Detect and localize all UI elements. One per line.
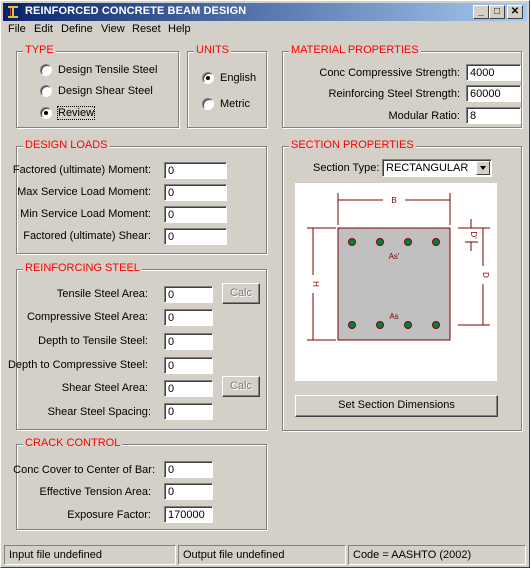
compressive-steel-area-label: Compressive Steel Area:	[26, 311, 148, 323]
as-label: As	[389, 312, 398, 321]
exposure-factor-input[interactable]	[164, 506, 213, 523]
minimize-button[interactable]: _	[473, 5, 489, 19]
status-input-file: Input file undefined	[4, 545, 176, 565]
radio-label: Metric	[220, 98, 250, 110]
set-section-dimensions-button[interactable]: Set Section Dimensions	[295, 395, 498, 417]
i-beam-icon[interactable]	[5, 4, 21, 20]
rebar-top	[376, 238, 384, 246]
effective-tension-area-input[interactable]	[164, 483, 213, 500]
rebar-bottom	[404, 321, 412, 329]
effective-tension-area-label: Effective Tension Area:	[39, 486, 152, 498]
type-group: TYPE Design Tensile Steel Design Shear S…	[16, 44, 179, 128]
steel-strength-input[interactable]	[466, 85, 521, 102]
reinforcing-title: REINFORCING STEEL	[23, 262, 142, 274]
factored-moment-label: Factored (ultimate) Moment:	[12, 164, 151, 176]
factored-moment-input[interactable]	[164, 162, 227, 179]
section-type-select[interactable]: RECTANGULAR	[382, 159, 492, 177]
as-prime-label: As'	[389, 252, 400, 261]
depth-compressive-input[interactable]	[164, 357, 213, 374]
close-button[interactable]: ✕	[507, 5, 523, 19]
radio-label: Design Tensile Steel	[58, 64, 158, 76]
section-diagram: B H D D' As' As	[295, 183, 497, 381]
radio-button[interactable]	[202, 98, 214, 110]
design-loads-title: DESIGN LOADS	[23, 139, 110, 151]
rebar-bottom	[376, 321, 384, 329]
crack-control-title: CRACK CONTROL	[23, 437, 123, 449]
radio-button[interactable]	[40, 64, 52, 76]
depth-tensile-input[interactable]	[164, 333, 213, 350]
section-group-title: SECTION PROPERTIES	[289, 139, 416, 151]
rebar-bottom	[348, 321, 356, 329]
exposure-factor-label: Exposure Factor:	[67, 509, 151, 521]
b-label: B	[391, 196, 396, 205]
h-label: H	[311, 281, 320, 287]
rebar-bottom	[432, 321, 440, 329]
rebar-top	[432, 238, 440, 246]
section-type-value: RECTANGULAR	[386, 162, 469, 174]
calc-shear-button[interactable]: Calc	[222, 376, 260, 397]
tensile-steel-area-label: Tensile Steel Area:	[56, 288, 148, 300]
d-label: D	[481, 272, 490, 278]
radio-button[interactable]	[202, 72, 214, 84]
radio-button[interactable]	[40, 85, 52, 97]
depth-compressive-label: Depth to Compressive Steel:	[7, 359, 148, 371]
conc-strength-input[interactable]	[466, 64, 521, 81]
radio-label: Design Shear Steel	[58, 85, 153, 97]
section-type-label: Section Type:	[313, 162, 380, 174]
compressive-steel-area-input[interactable]	[164, 309, 213, 326]
shear-steel-spacing-input[interactable]	[164, 403, 213, 420]
modular-ratio-input[interactable]	[466, 107, 521, 124]
main-window: REINFORCED CONCRETE BEAM DESIGN _ □ ✕ Fi…	[0, 0, 530, 568]
modular-ratio-label: Modular Ratio:	[388, 110, 460, 122]
menu-file[interactable]: File	[8, 23, 26, 35]
title-bar[interactable]: REINFORCED CONCRETE BEAM DESIGN _ □ ✕	[3, 3, 527, 21]
depth-tensile-label: Depth to Tensile Steel:	[38, 335, 148, 347]
min-service-moment-label: Min Service Load Moment:	[20, 208, 151, 220]
radio-design-tensile-steel[interactable]: Design Tensile Steel	[40, 64, 157, 76]
factored-shear-label: Factored (ultimate) Shear:	[23, 230, 151, 242]
menu-help[interactable]: Help	[168, 23, 191, 35]
radio-review[interactable]: Review	[40, 106, 96, 120]
menu-edit[interactable]: Edit	[34, 23, 53, 35]
units-group: UNITS English Metric	[187, 44, 267, 128]
radio-label: English	[220, 72, 257, 84]
radio-label: Review	[56, 106, 96, 120]
max-service-moment-input[interactable]	[164, 184, 227, 201]
rebar-top	[404, 238, 412, 246]
max-service-moment-label: Max Service Load Moment:	[17, 186, 151, 198]
radio-english[interactable]: English	[202, 72, 256, 84]
window-title: REINFORCED CONCRETE BEAM DESIGN	[25, 5, 247, 17]
section-diagram-svg: B H D D' As' As	[307, 193, 490, 341]
status-output-file: Output file undefined	[178, 545, 346, 565]
rebar-top	[348, 238, 356, 246]
dprime-label: D'	[469, 231, 478, 239]
conc-cover-input[interactable]	[164, 461, 213, 478]
chevron-down-icon[interactable]	[476, 161, 490, 175]
calc-tensile-button[interactable]: Calc	[222, 283, 260, 304]
radio-design-shear-steel[interactable]: Design Shear Steel	[40, 85, 153, 97]
conc-cover-label: Conc Cover to Center of Bar:	[13, 464, 155, 476]
menu-define[interactable]: Define	[61, 23, 93, 35]
conc-strength-label: Conc Compressive Strength:	[319, 67, 460, 79]
radio-metric[interactable]: Metric	[202, 98, 250, 110]
material-group-title: MATERIAL PROPERTIES	[289, 44, 421, 56]
status-code: Code = AASHTO (2002)	[348, 545, 526, 565]
type-group-title: TYPE	[23, 44, 56, 56]
radio-button[interactable]	[40, 107, 52, 119]
shear-steel-spacing-label: Shear Steel Spacing:	[47, 406, 151, 418]
shear-steel-area-input[interactable]	[164, 380, 213, 397]
factored-shear-input[interactable]	[164, 228, 227, 245]
steel-strength-label: Reinforcing Steel Strength:	[328, 88, 460, 100]
menu-reset[interactable]: Reset	[132, 23, 161, 35]
tensile-steel-area-input[interactable]	[164, 286, 213, 303]
min-service-moment-input[interactable]	[164, 206, 227, 223]
units-group-title: UNITS	[194, 44, 231, 56]
maximize-button[interactable]: □	[489, 5, 505, 19]
shear-steel-area-label: Shear Steel Area:	[61, 382, 148, 394]
menu-view[interactable]: View	[101, 23, 125, 35]
